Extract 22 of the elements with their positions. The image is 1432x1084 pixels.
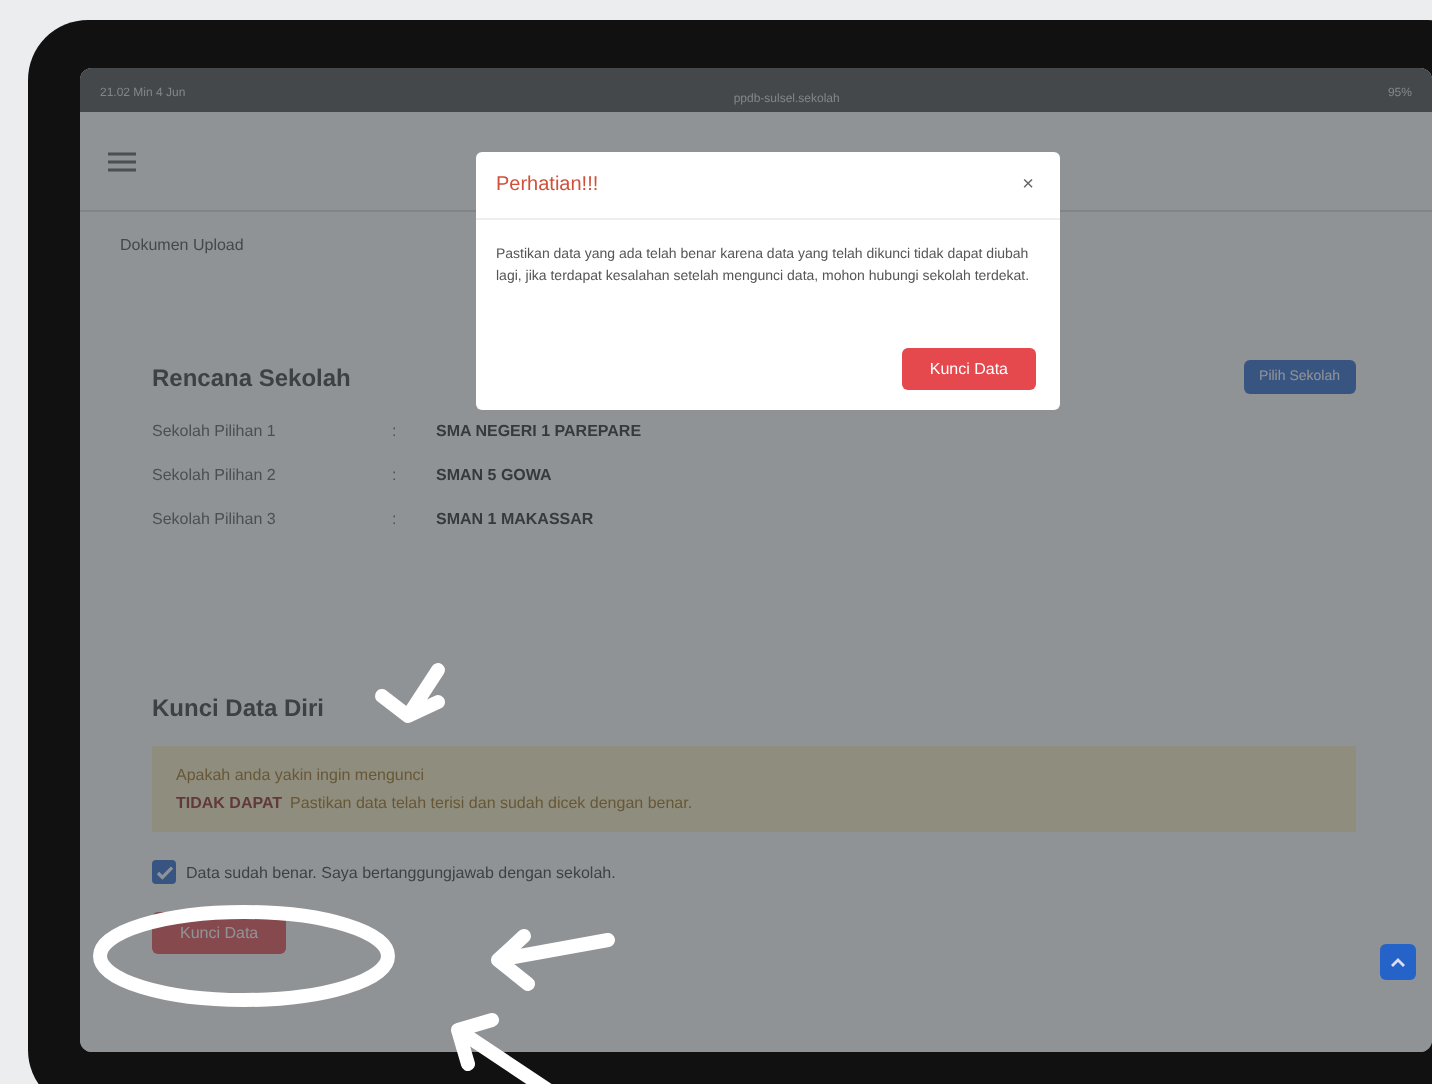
breadcrumb: Dokumen Upload <box>120 236 244 254</box>
row-label: Sekolah Pilihan 3 <box>152 508 278 532</box>
row-separator: : <box>392 508 399 532</box>
row-separator: : <box>392 464 399 488</box>
scroll-top-button[interactable] <box>1380 944 1416 980</box>
alert-text: Pastikan data telah terisi dan sudah dicek dengan benar. <box>290 794 693 812</box>
row-value: SMAN 1 MAKASSAR <box>436 508 594 532</box>
row-value: SMA NEGERI 1 PAREPARE <box>436 420 642 444</box>
checkbox[interactable] <box>152 860 176 884</box>
alert-text: Apakah anda yakin ingin mengunci <box>176 766 425 784</box>
row-separator: : <box>392 420 399 444</box>
chevron-up-icon <box>1390 956 1406 968</box>
row-value: SMAN 5 GOWA <box>436 464 552 488</box>
checkbox-label: Data sudah benar. Saya bertanggungjawab dengan sekolah. <box>186 863 616 881</box>
row-label: Sekolah Pilihan 2 <box>152 464 278 488</box>
card-title: Rencana Sekolah <box>152 363 351 391</box>
alert-strong-text: TIDAK DAPAT <box>176 794 283 812</box>
row-label: Sekolah Pilihan 1 <box>152 420 278 444</box>
menu-icon[interactable] <box>108 151 136 171</box>
lock-data-button[interactable]: Kunci Data <box>901 348 1036 391</box>
dialog-title: Perhatian!!! <box>496 174 599 196</box>
card-title: Kunci Data Diri <box>152 694 327 722</box>
